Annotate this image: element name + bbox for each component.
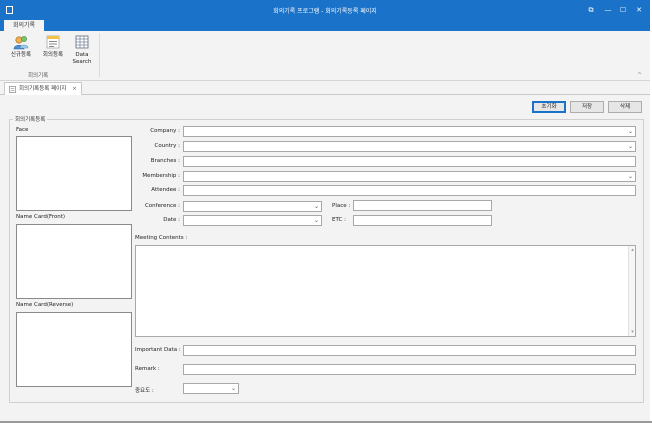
card-front-label: Name Card(Front) xyxy=(16,214,66,220)
form-icon xyxy=(9,85,16,93)
meeting-register-icon xyxy=(46,35,60,49)
reset-button[interactable]: 초기화 xyxy=(532,101,566,113)
ribbon-group-label: 회의기록 xyxy=(28,73,49,79)
company-label: Company : xyxy=(150,128,180,134)
membership-combobox[interactable]: ⌄ xyxy=(183,171,636,182)
doc-tab-close-icon[interactable]: × xyxy=(72,83,77,95)
collapse-ribbon-icon[interactable]: ^ xyxy=(637,72,642,79)
attendee-label: Attendee : xyxy=(151,187,180,193)
chevron-down-icon: ⌄ xyxy=(313,203,319,210)
country-combobox[interactable]: ⌄ xyxy=(183,141,636,152)
branches-field[interactable] xyxy=(183,156,636,167)
importance-label: 중요도 : xyxy=(135,388,154,394)
card-front-picture[interactable] xyxy=(16,224,132,299)
close-button[interactable]: ✕ xyxy=(633,4,645,16)
company-combobox[interactable]: ⌄ xyxy=(183,126,636,137)
maximize-button[interactable]: ☐ xyxy=(617,4,629,16)
etc-label: ETC : xyxy=(332,217,346,223)
data-search-label: Data Search xyxy=(72,52,92,65)
ribbon xyxy=(0,31,650,81)
conference-combobox[interactable]: ⌄ xyxy=(183,201,322,212)
important-data-field[interactable] xyxy=(183,345,636,356)
remark-field[interactable] xyxy=(183,364,636,375)
conference-label: Conference : xyxy=(144,203,180,209)
scroll-up-icon[interactable]: ▴ xyxy=(629,246,636,254)
new-record-label: 신규등록 xyxy=(10,52,32,58)
face-picture[interactable] xyxy=(16,136,132,211)
document-tab-bar xyxy=(0,81,650,95)
card-reverse-label: Name Card(Reverse) xyxy=(16,302,74,308)
data-search-button[interactable]: Data Search xyxy=(69,34,95,66)
data-search-icon xyxy=(75,35,89,49)
ribbon-group-divider xyxy=(99,33,100,77)
new-record-button[interactable]: 신규등록 xyxy=(7,34,35,59)
attendee-field[interactable] xyxy=(183,185,636,196)
ribbon-tab-strip xyxy=(0,20,650,31)
group-title: 회의기록등록 xyxy=(13,115,48,123)
meeting-contents-scrollbar[interactable]: ▴ ▾ xyxy=(628,246,635,336)
chevron-down-icon: ⌄ xyxy=(627,143,633,150)
chevron-down-icon: ⌄ xyxy=(313,217,319,224)
meeting-register-button[interactable]: 회의등록 xyxy=(39,34,67,59)
country-label: Country : xyxy=(154,143,180,149)
meeting-contents-label: Meeting Contents : xyxy=(135,235,188,241)
date-label: Date : xyxy=(163,217,180,223)
new-record-icon xyxy=(13,36,29,50)
remark-label: Remark : xyxy=(135,366,160,372)
meeting-register-label: 회의등록 xyxy=(42,52,64,58)
meeting-contents-textarea[interactable]: ▴ ▾ xyxy=(135,245,636,337)
window-title: 회의기록 프로그램 - 회의기록등록 페이지 xyxy=(273,8,377,15)
card-reverse-picture[interactable] xyxy=(16,312,132,387)
ribbon-tab-meeting-records[interactable]: 회의기록 xyxy=(4,20,44,31)
place-label: Place : xyxy=(332,203,351,209)
importance-combobox[interactable]: ⌄ xyxy=(183,383,239,394)
important-data-label: Important Data : xyxy=(135,347,181,353)
date-picker[interactable]: ⌄ xyxy=(183,215,322,226)
chevron-down-icon: ⌄ xyxy=(627,128,633,135)
minimize-button[interactable]: — xyxy=(602,4,614,16)
membership-label: Membership : xyxy=(142,173,180,179)
chevron-down-icon: ⌄ xyxy=(627,173,633,180)
etc-field[interactable] xyxy=(353,215,492,226)
face-label: Face xyxy=(16,127,29,133)
doc-tab-label: 회의기록등록 페이지 xyxy=(19,86,67,92)
branches-label: Branches : xyxy=(150,158,180,164)
delete-button[interactable]: 삭제 xyxy=(608,101,642,113)
place-field[interactable] xyxy=(353,200,492,211)
save-button[interactable]: 저장 xyxy=(570,101,604,113)
scroll-down-icon[interactable]: ▾ xyxy=(629,328,636,336)
doc-tab-meeting-register[interactable]: 회의기록등록 페이지 × xyxy=(4,82,82,95)
restore-icon[interactable]: ⧉ xyxy=(585,4,597,16)
chevron-down-icon: ⌄ xyxy=(230,385,236,392)
